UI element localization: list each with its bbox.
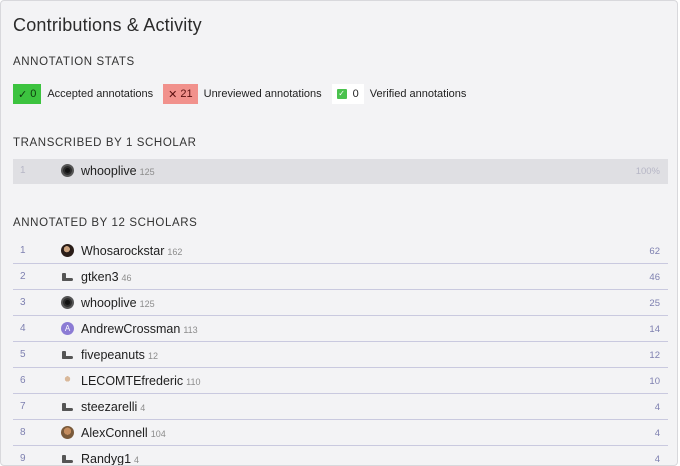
unreviewed-badge: ✕ 21 (163, 84, 198, 104)
annotator-row[interactable]: 9 Randyg1 4 4 (13, 447, 668, 466)
dark-avatar-icon (61, 164, 74, 177)
username-link[interactable]: AndrewCrossman 113 (81, 322, 198, 336)
username-link[interactable]: whooplive 125 (81, 164, 155, 178)
row-rank: 8 (20, 427, 26, 438)
row-rank: 7 (20, 401, 26, 412)
annotator-row[interactable]: 6 LECOMTEfrederic 110 10 (13, 369, 668, 394)
username: whooplive (81, 164, 137, 178)
row-rank: 5 (20, 349, 26, 360)
shoe-avatar-icon (61, 273, 74, 283)
row-rank: 2 (20, 271, 26, 282)
username: LECOMTEfrederic (81, 374, 184, 388)
person-avatar-icon (61, 374, 74, 387)
username-link[interactable]: steezarelli 4 (81, 400, 145, 414)
row-count: 12 (649, 350, 660, 361)
username-link[interactable]: LECOMTEfrederic 110 (81, 374, 200, 388)
user-score: 113 (183, 325, 198, 335)
annotator-row[interactable]: 1 Whosarockstar 162 62 (13, 239, 668, 264)
photo-avatar-icon (61, 426, 74, 439)
user-score: 12 (147, 351, 158, 361)
shoe-avatar-icon (61, 351, 74, 361)
unreviewed-count: 21 (180, 88, 193, 100)
row-count: 14 (649, 324, 660, 335)
unreviewed-label: Unreviewed annotations (203, 88, 322, 100)
verified-count: 0 (352, 88, 359, 100)
page-title: Contributions & Activity (13, 15, 202, 35)
user-score: 125 (139, 167, 155, 177)
username-link[interactable]: AlexConnell 104 (81, 426, 166, 440)
username: whooplive (81, 296, 137, 310)
row-count: 4 (654, 454, 660, 465)
row-count: 100% (635, 166, 660, 177)
accepted-count: 0 (30, 88, 37, 100)
verified-label: Verified annotations (369, 88, 467, 100)
row-count: 4 (654, 428, 660, 439)
row-rank: 6 (20, 375, 26, 386)
username-link[interactable]: Whosarockstar 162 (81, 244, 182, 258)
row-rank: 3 (20, 297, 26, 308)
username: Whosarockstar (81, 244, 165, 258)
cross-icon: ✕ (168, 88, 178, 101)
annotator-row[interactable]: 8 AlexConnell 104 4 (13, 421, 668, 446)
row-count: 62 (649, 246, 660, 257)
unreviewed-stat: ✕ 21 Unreviewed annotations (163, 84, 322, 104)
contributions-panel: Contributions & Activity ANNOTATION STAT… (0, 0, 678, 466)
user-score: 4 (134, 455, 140, 465)
username: Randyg1 (81, 452, 132, 466)
row-rank: 4 (20, 323, 26, 334)
annotated-heading: ANNOTATED BY 12 SCHOLARS (13, 217, 198, 229)
username: steezarelli (81, 400, 138, 414)
checkmark-icon: ✓ (18, 88, 28, 101)
accepted-stat: ✓ 0 Accepted annotations (13, 84, 153, 104)
annotator-row[interactable]: 5 fivepeanuts 12 12 (13, 343, 668, 368)
user-score: 4 (140, 403, 146, 413)
username-link[interactable]: Randyg1 4 (81, 452, 140, 466)
verified-stat: ✓ 0 Verified annotations (331, 84, 467, 104)
annotator-row[interactable]: 3 whooplive 125 25 (13, 291, 668, 316)
annotator-row[interactable]: 2 gtken3 46 46 (13, 265, 668, 290)
shoe-avatar-icon (61, 403, 74, 413)
photo-avatar-icon (61, 244, 74, 257)
row-count: 25 (649, 298, 660, 309)
row-rank: 1 (20, 245, 26, 256)
user-score: 46 (121, 273, 132, 283)
row-rank: 1 (20, 165, 26, 176)
verified-check-icon: ✓ (336, 89, 347, 99)
accepted-badge: ✓ 0 (13, 84, 42, 104)
username: gtken3 (81, 270, 119, 284)
annotator-row[interactable]: 4 A AndrewCrossman 113 14 (13, 317, 668, 342)
username: AlexConnell (81, 426, 148, 440)
letter-avatar-icon: A (61, 322, 74, 335)
row-rank: 9 (20, 453, 26, 464)
transcribed-heading: TRANSCRIBED BY 1 SCHOLAR (13, 137, 197, 149)
username: fivepeanuts (81, 348, 145, 362)
username-link[interactable]: whooplive 125 (81, 296, 155, 310)
accepted-label: Accepted annotations (47, 88, 154, 100)
annotator-row[interactable]: 7 steezarelli 4 4 (13, 395, 668, 420)
username: AndrewCrossman (81, 322, 181, 336)
username-link[interactable]: fivepeanuts 12 (81, 348, 158, 362)
user-score: 162 (167, 247, 183, 257)
verified-badge: ✓ 0 (331, 84, 364, 104)
user-score: 104 (150, 429, 166, 439)
user-score: 110 (186, 377, 201, 387)
dark-avatar-icon (61, 296, 74, 309)
annotation-stats-heading: ANNOTATION STATS (13, 56, 135, 68)
row-count: 10 (649, 376, 660, 387)
annotation-stats: ✓ 0 Accepted annotations ✕ 21 Unreviewed… (13, 84, 476, 104)
user-score: 125 (139, 299, 155, 309)
username-link[interactable]: gtken3 46 (81, 270, 132, 284)
shoe-avatar-icon (61, 455, 74, 465)
transcriber-row[interactable]: 1 whooplive 125 100% (13, 159, 668, 184)
row-count: 46 (649, 272, 660, 283)
row-count: 4 (654, 402, 660, 413)
